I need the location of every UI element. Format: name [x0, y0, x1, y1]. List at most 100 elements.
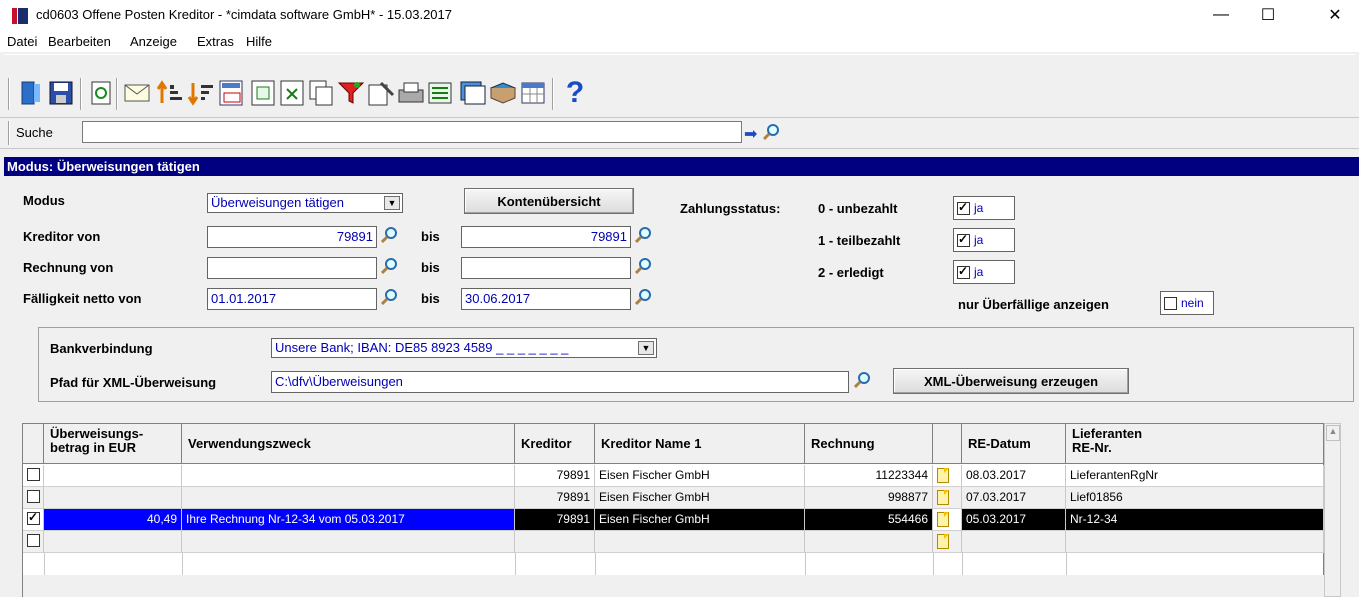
grid-header-kreditor-name[interactable]: Kreditor Name 1 [595, 424, 805, 464]
cell-betrag[interactable]: 40,49 [44, 509, 182, 531]
magnifier-icon[interactable] [853, 371, 871, 392]
pfad-field[interactable]: C:\dfv\Überweisungen [271, 371, 849, 393]
status-0-checkbox[interactable]: ja [953, 196, 1015, 220]
grid-header-re-datum[interactable]: RE-Datum [962, 424, 1066, 464]
row-checkbox[interactable] [23, 531, 44, 553]
scroll-up-icon[interactable]: ▲ [1326, 425, 1340, 441]
note-cell[interactable] [933, 531, 962, 553]
modus-select-value: Überweisungen tätigen [211, 195, 344, 210]
help-icon[interactable]: ? [560, 76, 590, 109]
calendar-icon[interactable] [216, 77, 246, 109]
save-icon[interactable] [46, 77, 76, 109]
book-icon[interactable] [488, 77, 518, 109]
cell-kreditor-name: Eisen Fischer GmbH [595, 465, 805, 487]
cell-betrag[interactable] [44, 487, 182, 509]
faelligkeit-von-field[interactable]: 01.01.2017 [207, 288, 377, 310]
magnifier-icon[interactable] [634, 257, 652, 278]
checkbox-icon [27, 510, 40, 525]
note-cell[interactable] [933, 509, 962, 531]
magnifier-icon[interactable] [634, 288, 652, 309]
cell-kreditor: 79891 [515, 509, 595, 531]
menu-bearbeiten[interactable]: Bearbeiten [48, 34, 111, 49]
menu-extras[interactable]: Extras [197, 34, 234, 49]
kontenuebersicht-button[interactable]: Kontenübersicht [464, 188, 634, 214]
status-2-checkbox[interactable]: ja [953, 260, 1015, 284]
sort-asc-icon[interactable] [155, 77, 185, 109]
kreditor-von-field[interactable]: 79891 [207, 226, 377, 248]
edit-icon[interactable] [366, 77, 396, 109]
nein-text: nein [1181, 296, 1204, 310]
export-icon[interactable] [248, 77, 278, 109]
list-icon[interactable] [426, 77, 456, 109]
row-checkbox[interactable] [23, 487, 44, 509]
grid-header-betrag[interactable]: Überweisungs- betrag in EUR [44, 424, 182, 464]
refresh-icon[interactable] [86, 77, 116, 109]
note-cell[interactable] [933, 465, 962, 487]
cell-re-datum: 07.03.2017 [962, 487, 1066, 509]
grid-scrollbar[interactable]: ▲ [1324, 423, 1341, 597]
magnifier-icon[interactable] [380, 288, 398, 309]
print-icon[interactable] [396, 77, 426, 109]
search-input[interactable] [82, 121, 742, 143]
modus-select[interactable]: Überweisungen tätigen ▼ [207, 193, 403, 213]
note-icon [937, 490, 949, 505]
note-cell[interactable] [933, 487, 962, 509]
magnifier-icon[interactable] [762, 123, 780, 144]
cell-kreditor [515, 531, 595, 553]
exit-icon[interactable] [16, 77, 46, 109]
checkbox-icon [957, 200, 970, 215]
kreditor-bis-field[interactable]: 79891 [461, 226, 631, 248]
minimize-button[interactable]: — [1198, 0, 1244, 30]
kreditor-label: Kreditor von [23, 229, 101, 244]
header-text: Lieferanten [1072, 426, 1143, 441]
bankverbindung-select[interactable]: Unsere Bank; IBAN: DE85 8923 4589 _ _ _ … [271, 338, 657, 358]
grid-header-verwendungszweck[interactable]: Verwendungszweck [182, 424, 515, 464]
magnifier-icon[interactable] [380, 226, 398, 247]
maximize-button[interactable]: ☐ [1245, 0, 1291, 30]
cell-rechnung: 11223344 [805, 465, 933, 487]
note-icon [937, 468, 949, 483]
filter-icon[interactable] [336, 77, 366, 109]
rechnung-von-field[interactable] [207, 257, 377, 279]
header-text: betrag in EUR [50, 440, 136, 455]
copy-icon[interactable] [306, 77, 336, 109]
cell-rechnung: 554466 [805, 509, 933, 531]
cell-betrag[interactable] [44, 465, 182, 487]
row-checkbox[interactable] [23, 509, 44, 531]
menu-anzeige[interactable]: Anzeige [130, 34, 177, 49]
header-text: RE-Nr. [1072, 440, 1112, 455]
cell-zweck[interactable]: Ihre Rechnung Nr-12-34 vom 05.03.2017 [182, 509, 515, 531]
table-icon[interactable] [518, 77, 548, 109]
grid-header-kreditor[interactable]: Kreditor [515, 424, 595, 464]
checkbox-icon [957, 232, 970, 247]
grid-header-lieferanten[interactable]: Lieferanten RE-Nr. [1066, 424, 1324, 464]
magnifier-icon[interactable] [380, 257, 398, 278]
close-button[interactable]: ✕ [1312, 0, 1358, 30]
checkbox-icon [27, 534, 40, 547]
cell-zweck[interactable] [182, 487, 515, 509]
ueberfaellige-checkbox[interactable]: nein [1160, 291, 1214, 315]
faelligkeit-bis-field[interactable]: 30.06.2017 [461, 288, 631, 310]
cell-betrag[interactable] [44, 531, 182, 553]
modus-label: Modus [23, 193, 65, 208]
bis-label: bis [421, 291, 440, 306]
cell-zweck[interactable] [182, 531, 515, 553]
pfad-label: Pfad für XML-Überweisung [50, 375, 217, 390]
grid-header-rechnung[interactable]: Rechnung [805, 424, 933, 464]
rechnung-bis-field[interactable] [461, 257, 631, 279]
magnifier-icon[interactable] [634, 226, 652, 247]
status-1-checkbox[interactable]: ja [953, 228, 1015, 252]
row-checkbox[interactable] [23, 465, 44, 487]
window-icon[interactable] [458, 77, 488, 109]
xml-ueberweisung-button[interactable]: XML-Überweisung erzeugen [893, 368, 1129, 394]
rechnung-label: Rechnung von [23, 260, 114, 275]
email-icon[interactable] [122, 77, 152, 109]
menu-hilfe[interactable]: Hilfe [246, 34, 272, 49]
search-go-icon[interactable]: ➡ [744, 124, 757, 144]
delete-icon[interactable] [277, 77, 307, 109]
status-2-label: 2 - erledigt [818, 265, 884, 280]
ueberfaellige-label: nur Überfällige anzeigen [958, 297, 1109, 312]
sort-desc-icon[interactable] [186, 77, 216, 109]
menu-datei[interactable]: Datei [7, 34, 37, 49]
cell-zweck[interactable] [182, 465, 515, 487]
